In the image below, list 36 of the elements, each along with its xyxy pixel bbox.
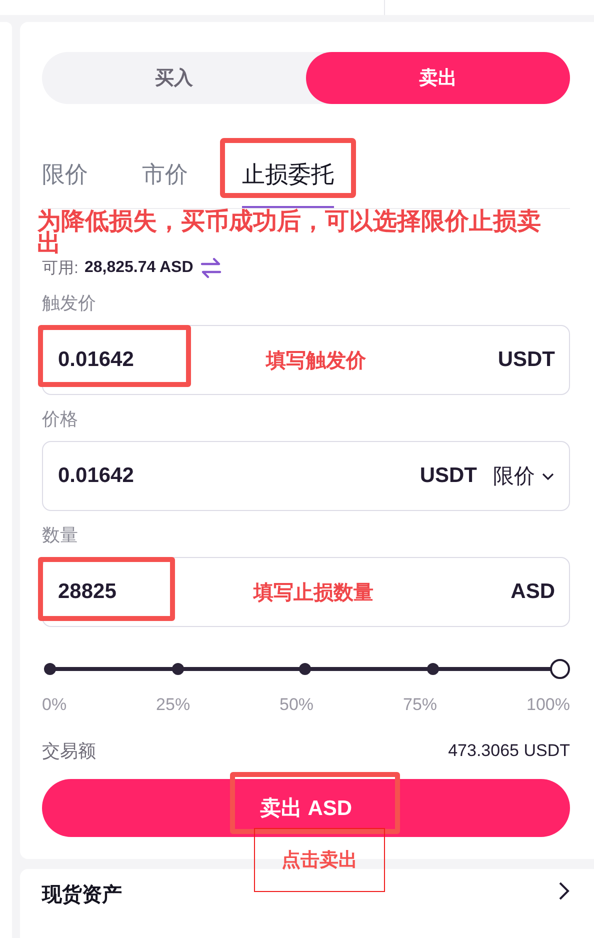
percent-mark[interactable]: 50% [280,695,314,715]
order-type-tab[interactable]: 止损委托 [242,136,334,208]
available-label: 可用: [42,258,78,278]
field-label: 价格 [42,408,78,431]
percent-slider[interactable] [42,659,570,679]
field-value: 0.01642 [58,348,134,372]
percent-mark[interactable]: 100% [526,695,570,715]
side-tab[interactable]: 买入 [42,52,306,104]
section-title: 现货资产 [42,882,122,908]
input-field[interactable]: 0.01642 USDT 限价 [42,441,570,511]
slider-thumb[interactable] [550,659,570,679]
field-value: 0.01642 [58,464,134,488]
swap-icon[interactable] [199,257,224,279]
field-label: 触发价 [42,292,96,315]
order-type-tab[interactable]: 市价 [142,136,188,208]
chevron-down-icon [541,471,555,481]
sell-button[interactable]: 卖出 ASD [42,779,570,837]
percent-mark[interactable]: 75% [403,695,438,715]
order-type-tab[interactable]: 限价 [42,136,88,208]
annotation-text: 点击卖出 [254,828,385,892]
total-label: 交易额 [42,740,96,763]
annotation-text: 填写触发价 [266,348,366,374]
side-tab[interactable]: 卖出 [306,52,570,104]
annotation-text: 填写止损数量 [254,580,374,606]
percent-mark[interactable]: 0% [42,695,67,715]
percent-mark[interactable]: 25% [156,695,190,715]
total-value: 473.3065 USDT [448,741,570,761]
unit-label: USDT [420,464,477,488]
order-type-dropdown[interactable]: 限价 [493,462,555,490]
unit-label: ASD [510,580,555,604]
annotation-text: 为降低损失，买币成功后，可以选择限价止损卖出 [37,211,542,255]
field-value: 28825 [58,580,116,604]
chevron-right-icon[interactable] [558,881,570,901]
unit-label: USDT [498,348,555,372]
available-balance: 28,825.74 ASD [84,259,194,277]
field-label: 数量 [42,524,78,547]
